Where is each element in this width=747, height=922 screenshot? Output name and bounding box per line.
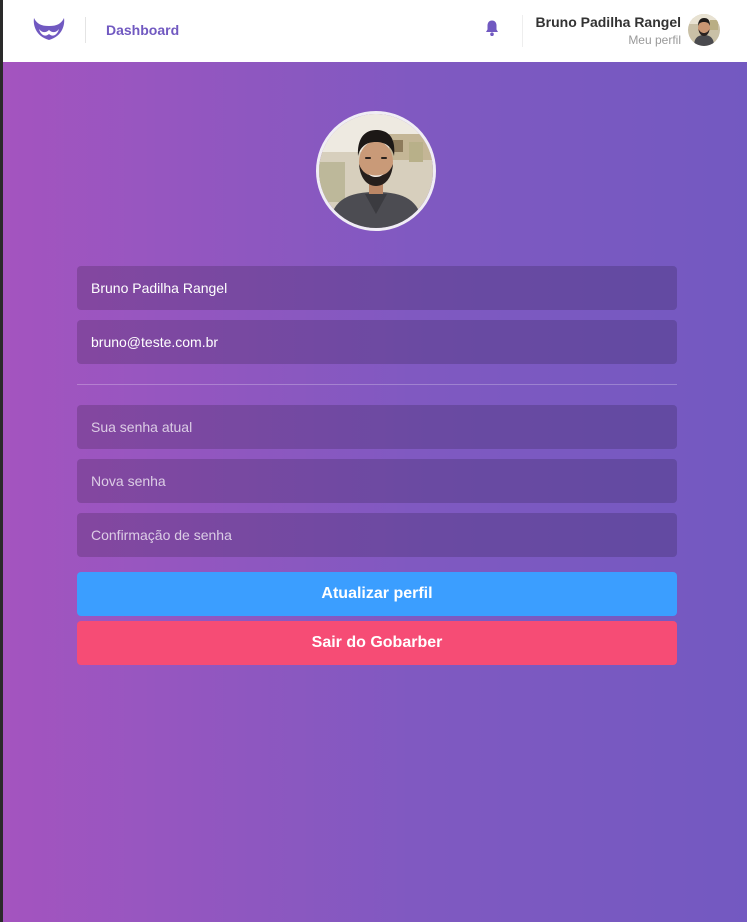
email-input[interactable] <box>77 320 677 364</box>
profile-avatar[interactable] <box>316 111 436 231</box>
name-input[interactable] <box>77 266 677 310</box>
profile-menu[interactable]: Bruno Padilha Rangel Meu perfil <box>536 14 681 47</box>
top-header: Dashboard Bruno Padilha Rangel Meu perfi… <box>3 0 747 62</box>
profile-divider <box>522 15 523 47</box>
update-profile-button[interactable]: Atualizar perfil <box>77 572 677 616</box>
nav-link-dashboard[interactable]: Dashboard <box>106 22 179 38</box>
profile-name: Bruno Padilha Rangel <box>535 14 681 30</box>
bell-icon[interactable] <box>483 19 501 37</box>
current-password-input[interactable] <box>77 405 677 449</box>
header-avatar[interactable] <box>688 14 720 46</box>
profile-page: Atualizar perfil Sair do Gobarber <box>3 62 747 922</box>
nav-divider <box>85 17 86 43</box>
my-profile-link[interactable]: Meu perfil <box>536 33 681 47</box>
form-divider <box>77 384 677 385</box>
confirm-password-input[interactable] <box>77 513 677 557</box>
mustache-logo-icon[interactable] <box>31 14 67 44</box>
app-window: Dashboard Bruno Padilha Rangel Meu perfi… <box>3 0 747 922</box>
new-password-input[interactable] <box>77 459 677 503</box>
logout-button[interactable]: Sair do Gobarber <box>77 621 677 665</box>
